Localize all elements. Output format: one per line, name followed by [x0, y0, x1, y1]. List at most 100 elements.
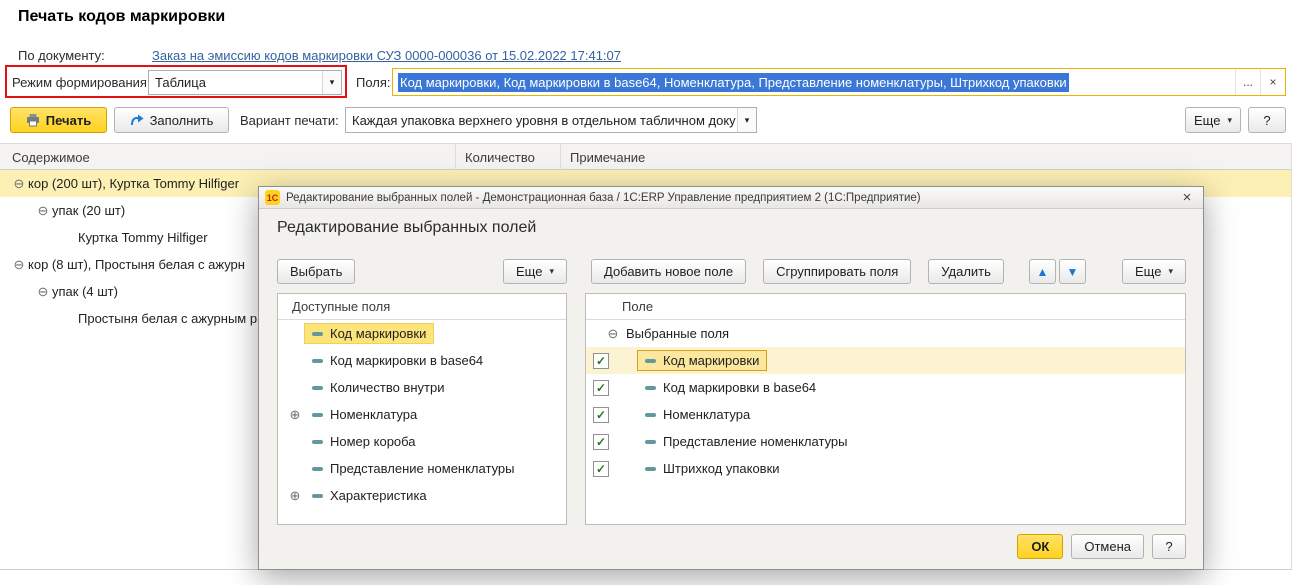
collapse-icon[interactable]: ⊖	[34, 284, 52, 300]
field-icon	[645, 467, 656, 471]
selected-field-row[interactable]: ✓ Представление номенклатуры	[586, 428, 1185, 455]
dialog-footer: ОК Отмена ?	[1017, 534, 1186, 559]
field-icon	[312, 413, 323, 417]
checkbox[interactable]: ✓	[593, 434, 609, 450]
check-icon: ✓	[596, 409, 606, 421]
available-fields-header: Доступные поля	[278, 294, 566, 320]
selected-field-row[interactable]: ✓ Код маркировки	[586, 347, 1185, 374]
fields-value-selected: Код маркировки, Код маркировки в base64,…	[398, 73, 1069, 92]
move-up-button[interactable]: ▲	[1029, 259, 1056, 284]
print-button[interactable]: Печать	[10, 107, 107, 133]
add-field-button[interactable]: Добавить новое поле	[591, 259, 746, 284]
available-fields-panel: Доступные поля Код маркировки Код маркир…	[277, 293, 567, 525]
available-field-item[interactable]: Код маркировки в base64	[278, 347, 566, 374]
fields-text-area[interactable]: Код маркировки, Код маркировки в base64,…	[393, 69, 1235, 95]
available-field-item[interactable]: ⊕ Номенклатура	[278, 401, 566, 428]
fill-button[interactable]: Заполнить	[114, 107, 229, 133]
column-note[interactable]: Примечание	[570, 150, 645, 165]
available-field-item[interactable]: Представление номенклатуры	[278, 455, 566, 482]
column-divider	[560, 144, 561, 170]
more-label: Еще	[516, 264, 542, 279]
fill-arrow-icon	[130, 113, 144, 127]
chevron-down-icon[interactable]: ▾	[737, 108, 756, 132]
move-down-button[interactable]: ▼	[1059, 259, 1086, 284]
mode-label: Режим формирования:	[12, 75, 151, 90]
available-field-item[interactable]: Номер короба	[278, 428, 566, 455]
chevron-down-icon[interactable]: ▾	[322, 71, 341, 94]
arrow-down-icon: ▼	[1066, 265, 1078, 279]
field-icon	[312, 440, 323, 444]
column-quantity[interactable]: Количество	[465, 150, 535, 165]
selected-field-row[interactable]: ✓ Код маркировки в base64	[586, 374, 1185, 401]
help-button[interactable]: ?	[1248, 107, 1286, 133]
add-field-label: Добавить новое поле	[604, 264, 733, 279]
print-variant-select[interactable]: Каждая упаковка верхнего уровня в отдель…	[345, 107, 757, 133]
collapse-icon[interactable]: ⊖	[604, 326, 622, 342]
row-label: упак (20 шт)	[52, 203, 125, 218]
close-icon[interactable]: ×	[1175, 189, 1199, 206]
selected-fields-toolbar: Добавить новое поле Сгруппировать поля У…	[591, 259, 1186, 284]
delete-button[interactable]: Удалить	[928, 259, 1004, 284]
selected-field-row[interactable]: ✓ Номенклатура	[586, 401, 1185, 428]
field-label: Код маркировки в base64	[663, 380, 816, 395]
column-divider	[455, 144, 456, 170]
cancel-button[interactable]: Отмена	[1071, 534, 1144, 559]
available-field-item[interactable]: ⊕ Характеристика	[278, 482, 566, 509]
field-label: Код маркировки	[330, 326, 426, 341]
field-label: Штрихкод упаковки	[663, 461, 780, 476]
expand-icon[interactable]: ⊕	[286, 488, 304, 504]
collapse-icon[interactable]: ⊖	[34, 203, 52, 219]
fields-choose-button[interactable]: ...	[1235, 69, 1260, 95]
ok-button[interactable]: ОК	[1017, 534, 1063, 559]
selected-field-row[interactable]: ✓ Штрихкод упаковки	[586, 455, 1185, 482]
1c-logo-icon: 1С	[265, 190, 280, 205]
root-label: Выбранные поля	[626, 326, 729, 341]
fields-input[interactable]: Код маркировки, Код маркировки в base64,…	[392, 68, 1286, 96]
print-variant-value: Каждая упаковка верхнего уровня в отдель…	[346, 108, 737, 132]
check-icon: ✓	[596, 436, 606, 448]
field-icon	[312, 467, 323, 471]
dialog-titlebar[interactable]: 1С Редактирование выбранных полей - Демо…	[259, 187, 1203, 209]
chevron-down-icon: ▾	[549, 266, 554, 277]
row-label: Куртка Tommy Hilfiger	[78, 230, 208, 245]
checkbox[interactable]: ✓	[593, 461, 609, 477]
fields-clear-button[interactable]: ×	[1260, 69, 1285, 95]
checkbox[interactable]: ✓	[593, 353, 609, 369]
select-button[interactable]: Выбрать	[277, 259, 355, 284]
available-more-button[interactable]: Еще ▾	[503, 259, 567, 284]
dialog-heading: Редактирование выбранных полей	[277, 219, 536, 237]
check-icon: ✓	[596, 463, 606, 475]
document-link[interactable]: Заказ на эмиссию кодов маркировки СУЗ 00…	[152, 48, 621, 63]
field-icon	[312, 359, 323, 363]
field-label: Количество внутри	[330, 380, 444, 395]
delete-label: Удалить	[941, 264, 991, 279]
field-icon	[312, 494, 323, 498]
dialog-help-button[interactable]: ?	[1152, 534, 1186, 559]
selected-more-button[interactable]: Еще ▾	[1122, 259, 1186, 284]
available-fields-toolbar: Выбрать Еще ▾	[277, 259, 567, 284]
field-label: Номер короба	[330, 434, 416, 449]
selected-fields-panel: Поле ⊖ Выбранные поля ✓ Код маркировки ✓…	[585, 293, 1186, 525]
selected-fields-root-row[interactable]: ⊖ Выбранные поля	[586, 320, 1185, 347]
row-label: кор (8 шт), Простыня белая с ажурн	[28, 257, 245, 272]
more-label: Еще	[1194, 113, 1220, 128]
check-icon: ✓	[596, 355, 606, 367]
available-field-item[interactable]: Количество внутри	[278, 374, 566, 401]
field-icon	[312, 332, 323, 336]
field-label: Представление номенклатуры	[663, 434, 848, 449]
collapse-icon[interactable]: ⊖	[10, 257, 28, 273]
mode-value: Таблица	[149, 71, 322, 94]
table-header: Содержимое Количество Примечание	[0, 143, 1292, 170]
group-fields-button[interactable]: Сгруппировать поля	[763, 259, 911, 284]
cancel-label: Отмена	[1084, 539, 1131, 554]
available-field-item[interactable]: Код маркировки	[278, 320, 566, 347]
field-label: Характеристика	[330, 488, 427, 503]
mode-select[interactable]: Таблица ▾	[148, 70, 342, 95]
checkbox[interactable]: ✓	[593, 407, 609, 423]
expand-icon[interactable]: ⊕	[286, 407, 304, 423]
collapse-icon[interactable]: ⊖	[10, 176, 28, 192]
checkbox[interactable]: ✓	[593, 380, 609, 396]
more-button[interactable]: Еще ▾	[1185, 107, 1241, 133]
more-label: Еще	[1135, 264, 1161, 279]
column-content[interactable]: Содержимое	[12, 150, 90, 165]
